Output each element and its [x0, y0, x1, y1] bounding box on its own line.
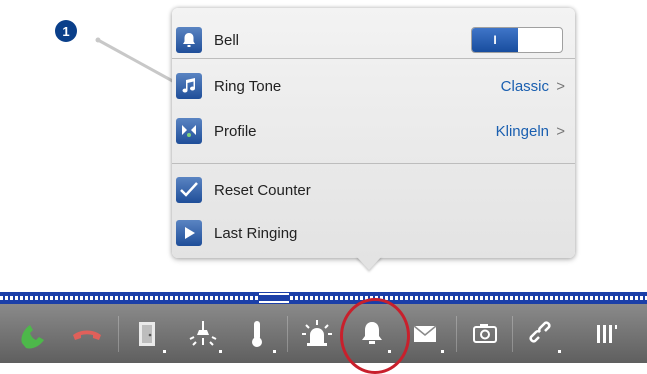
- bell-settings-popup: Bell I Ring Tone Classic > Profile Kling…: [172, 8, 575, 258]
- menu-item-ring-tone[interactable]: Ring Tone Classic >: [172, 66, 575, 106]
- menu-item-last-ringing[interactable]: Last Ringing: [172, 213, 575, 253]
- bottom-toolbar: [0, 304, 647, 363]
- door-button[interactable]: [120, 304, 174, 363]
- chevron-right-icon: >: [556, 77, 565, 95]
- alarm-light-icon: [302, 319, 332, 346]
- phone-accept-button[interactable]: [4, 304, 58, 363]
- bell-toggle[interactable]: I: [471, 27, 563, 53]
- profile-icon: [176, 118, 202, 144]
- drawer-grip[interactable]: [259, 293, 289, 303]
- divider: [172, 58, 575, 59]
- phone-hangup-icon: [73, 330, 101, 340]
- profile-value: Klingeln: [495, 122, 549, 140]
- camera-button[interactable]: [458, 304, 512, 363]
- alarm-button[interactable]: [290, 304, 344, 363]
- light-icon: [189, 320, 217, 346]
- play-icon: [176, 220, 202, 246]
- callout-number: 1: [62, 23, 70, 39]
- ring-tone-value: Classic: [500, 77, 549, 95]
- menu-item-reset-counter[interactable]: Reset Counter: [172, 170, 575, 210]
- temperature-button[interactable]: [230, 304, 284, 363]
- bell-icon: [176, 27, 202, 53]
- callout-line: [95, 37, 179, 86]
- menu-item-label: Bell: [214, 31, 240, 49]
- divider: [172, 163, 575, 164]
- checkmark-icon: [176, 177, 202, 203]
- thermometer-icon: [252, 320, 262, 347]
- chevron-right-icon: >: [556, 122, 565, 140]
- toolbar-divider: [512, 316, 513, 352]
- menu-item-label: Profile: [214, 122, 257, 140]
- menu-item-profile[interactable]: Profile Klingeln >: [172, 111, 575, 151]
- callout-marker: 1: [55, 20, 77, 42]
- barrier-button[interactable]: [580, 304, 634, 363]
- phone-hangup-button[interactable]: [60, 304, 114, 363]
- toolbar-divider: [118, 316, 119, 352]
- toolbar-divider: [287, 316, 288, 352]
- music-note-icon: [176, 73, 202, 99]
- link-button[interactable]: [515, 304, 569, 363]
- barrier-icon: [597, 324, 617, 343]
- bell-toggle-on: I: [472, 28, 518, 52]
- phone-accept-icon: [21, 324, 44, 349]
- mail-icon: [413, 324, 437, 342]
- camera-icon: [473, 323, 497, 343]
- menu-item-bell: Bell I: [172, 20, 575, 60]
- light-button[interactable]: [176, 304, 230, 363]
- menu-item-label: Reset Counter: [214, 181, 311, 199]
- door-icon: [139, 321, 155, 346]
- link-icon: [529, 320, 551, 343]
- menu-item-label: Ring Tone: [214, 77, 282, 95]
- toolbar-divider: [456, 316, 457, 352]
- menu-item-label: Last Ringing: [214, 224, 298, 242]
- popup-pointer: [356, 256, 382, 270]
- drawer-handle-strip[interactable]: [0, 292, 647, 304]
